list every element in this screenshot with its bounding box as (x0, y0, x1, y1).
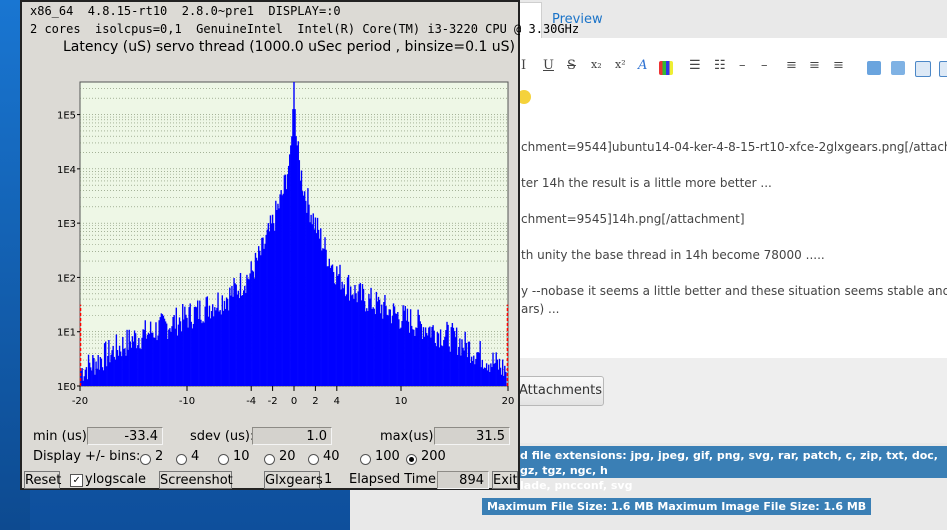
bins-radio-label-10: 10 (233, 449, 250, 464)
sdev-label: sdev (us): (190, 429, 255, 444)
align-left-icon[interactable]: ≡ (786, 58, 797, 73)
align-center-icon[interactable]: ≡ (809, 58, 820, 73)
x-tick-label: -2 (268, 396, 278, 407)
outdent-icon[interactable]: – (739, 58, 746, 73)
max-label: max(us) (380, 429, 434, 444)
bins-radio-4[interactable] (176, 454, 187, 465)
color-grid-icon[interactable] (659, 61, 673, 75)
glxgears-button[interactable]: Glxgears (264, 471, 323, 489)
font-color-icon[interactable]: A (638, 58, 647, 73)
strikethrough-icon[interactable]: S (567, 58, 576, 73)
attachments-button[interactable]: Attachments (510, 376, 604, 406)
ylogscale-checkbox[interactable]: ✓ (70, 474, 83, 487)
plot-title: Latency (uS) servo thread (1000.0 uSec p… (62, 39, 516, 55)
min-value: -33.4 (87, 427, 163, 445)
max-value: 31.5 (434, 427, 510, 445)
bins-radio-10[interactable] (218, 454, 229, 465)
bullet-list-icon[interactable]: ☰ (689, 58, 701, 73)
italic-icon[interactable]: I (521, 58, 526, 73)
align-right-icon[interactable]: ≡ (833, 58, 844, 73)
bins-radio-200[interactable] (406, 454, 417, 465)
bins-radio-label-100: 100 (375, 449, 400, 464)
x-tick-label: 10 (395, 396, 408, 407)
editor-line-1: chment=9544]ubuntu14-04-ker-4-8-15-rt10-… (521, 140, 947, 154)
editor-line-4: th unity the base thread in 14h become 7… (521, 248, 825, 262)
editor-line-6: ars) ... (521, 302, 560, 316)
histogram-plot: 1E0 1E1 1E2 1E3 1E4 1E5 -20 -10 -4 -2 0 2 4 10 20 (30, 72, 514, 422)
superscript-icon[interactable]: x² (615, 58, 626, 71)
y-tick-label: 1E2 (57, 273, 76, 284)
sdev-value: 1.0 (252, 427, 332, 445)
bins-radio-label-2: 2 (155, 449, 164, 464)
numbered-list-icon[interactable]: ☷ (714, 58, 726, 73)
bins-radio-label-4: 4 (191, 449, 200, 464)
post-editor[interactable]: I U S x₂ x² A ☰ ☷ – – ≡ ≡ ≡ chment=9544]… (510, 38, 947, 358)
bins-radio-label-20: 20 (279, 449, 296, 464)
editor-line-3: chment=9545]14h.png[/attachment] (521, 212, 745, 226)
hr-icon[interactable]: – (761, 58, 768, 73)
x-tick-label: -20 (72, 396, 88, 407)
bins-radio-2[interactable] (140, 454, 151, 465)
y-tick-label: 1E1 (57, 328, 76, 339)
x-tick-label: 4 (334, 396, 340, 407)
y-tick-label: 1E0 (57, 382, 76, 393)
latency-histogram-window: x86_64 4.8.15-rt10 2.8.0~pre1 DISPLAY=:0… (20, 0, 579, 490)
underline-icon[interactable]: U (543, 58, 554, 73)
bins-radio-40[interactable] (308, 454, 319, 465)
y-tick-label: 1E3 (57, 219, 76, 230)
bins-label: Display +/- bins: (33, 449, 141, 464)
code-icon[interactable] (939, 61, 947, 77)
subscript-icon[interactable]: x₂ (591, 58, 602, 71)
bins-radio-100[interactable] (360, 454, 371, 465)
bins-radio-label-200: 200 (421, 449, 446, 464)
editor-toolbar: I U S x₂ x² A ☰ ☷ – – ≡ ≡ ≡ (511, 58, 947, 80)
x-tick-label: -4 (246, 396, 256, 407)
screenshot-button[interactable]: Screenshot (159, 471, 233, 489)
y-tick-label: 1E5 (57, 111, 76, 122)
elapsed-label: Elapsed Time: (349, 472, 441, 487)
allowed-extensions-line2: lade, pncconf, svg (520, 479, 633, 492)
x-tick-label: 2 (312, 396, 318, 407)
glxgears-count: 1 (324, 472, 333, 487)
table-icon[interactable] (915, 61, 931, 77)
x-tick-label: 0 (291, 396, 297, 407)
elapsed-value: 894 (437, 471, 489, 489)
link-icon[interactable] (867, 61, 881, 75)
allowed-extensions-notice: d file extensions: jpg, jpeg, gif, png, … (510, 446, 947, 492)
image-icon[interactable] (891, 61, 905, 75)
ylogscale-label: ylogscale (85, 472, 147, 487)
editor-line-2: ter 14h the result is a little more bett… (521, 176, 772, 190)
bins-radio-20[interactable] (264, 454, 275, 465)
allowed-extensions-line1: d file extensions: jpg, jpeg, gif, png, … (520, 449, 938, 477)
bins-radio-label-40: 40 (323, 449, 340, 464)
y-tick-label: 1E4 (57, 165, 76, 176)
reset-button[interactable]: Reset (24, 471, 61, 489)
min-label: min (us) (33, 429, 87, 444)
x-tick-label: -10 (179, 396, 195, 407)
system-info-line1: x86_64 4.8.15-rt10 2.8.0~pre1 DISPLAY=:0 (30, 4, 341, 18)
exit-button[interactable]: Exit (492, 471, 518, 489)
x-tick-label: 20 (502, 396, 514, 407)
system-info-line2: 2 cores isolcpus=0,1 GenuineIntel Intel(… (30, 22, 580, 36)
editor-line-5: y --nobase it seems a little better and … (521, 284, 947, 298)
histogram-svg: 1E01E11E21E31E41E5-20 -10 -4 -2 0 2 4 10 20 (30, 72, 514, 422)
max-file-size-badge: Maximum File Size: 1.6 MB Maximum Image … (482, 498, 872, 515)
